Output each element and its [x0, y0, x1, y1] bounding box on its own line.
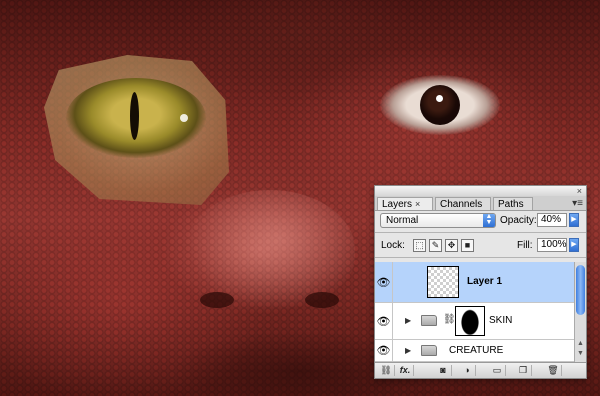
new-layer-icon[interactable]: ❐: [515, 365, 532, 376]
scroll-down-icon[interactable]: ▼: [577, 350, 584, 357]
scroll-up-icon[interactable]: ▲: [577, 340, 584, 347]
layer-name[interactable]: CREATURE: [449, 345, 503, 357]
group-folder-icon: [421, 345, 437, 356]
layer-row-creature[interactable]: 👁 ▶ CREATURE: [375, 340, 574, 362]
tab-paths-label: Paths: [498, 199, 524, 210]
new-group-folder-icon[interactable]: ▭: [489, 365, 506, 376]
fill-field[interactable]: 100%: [537, 238, 567, 252]
lock-position-move-icon[interactable]: ✥: [445, 239, 458, 252]
link-layers-icon[interactable]: ⛓: [378, 365, 395, 376]
group-folder-icon: [421, 315, 437, 326]
eye-glint: [180, 114, 188, 122]
tab-layers-label: Layers: [382, 199, 413, 210]
visibility-eye-icon[interactable]: 👁: [375, 340, 393, 361]
layer-name[interactable]: SKIN: [489, 315, 512, 327]
panel-tabs: Layers × Channels Paths ▾≡: [375, 196, 586, 211]
lock-all-icon[interactable]: ■: [461, 239, 474, 252]
blend-mode-value: Normal: [386, 215, 419, 226]
blend-stepper-icon: ▲ ▼: [483, 213, 495, 227]
iris: [420, 85, 460, 125]
layers-panel: × Layers × Channels Paths ▾≡ Normal ▲ ▼ Op…: [374, 185, 587, 379]
opacity-field[interactable]: 40%: [537, 213, 567, 227]
tab-close-icon[interactable]: ×: [415, 199, 420, 209]
disclosure-triangle-icon[interactable]: ▶: [405, 346, 411, 355]
layers-bottom-bar: ⛓ fx. ◙ ◑ ▭ ❐ 🗑: [375, 362, 586, 378]
layer-style-fx-button[interactable]: fx.: [397, 365, 414, 376]
add-mask-icon[interactable]: ◙: [435, 365, 452, 376]
lock-label: Lock:: [381, 240, 405, 251]
layer-mask-thumbnail[interactable]: [455, 306, 485, 336]
layer-list: 👁 Layer 1 👁 ▶ ⛓ SKIN 👁 ▶ CREATURE: [375, 262, 574, 362]
tab-channels[interactable]: Channels: [435, 197, 491, 210]
layer-name[interactable]: Layer 1: [467, 276, 502, 288]
delete-layer-trash-icon[interactable]: 🗑: [545, 365, 562, 376]
opacity-value: 40%: [541, 214, 562, 225]
scrollbar-thumb[interactable]: [576, 265, 585, 315]
mask-link-icon[interactable]: ⛓: [443, 314, 456, 325]
opacity-slider-button[interactable]: ▶: [569, 213, 579, 227]
opacity-label: Opacity:: [500, 215, 537, 226]
nostril-left: [200, 292, 234, 308]
tab-channels-label: Channels: [440, 199, 483, 210]
lock-transparency-icon[interactable]: ⬚: [413, 239, 426, 252]
divider: [375, 232, 586, 233]
panel-menu-icon[interactable]: ▾≡: [572, 197, 583, 210]
eye-glint-right: [436, 95, 443, 102]
layer-thumbnail: [427, 266, 459, 298]
layer-list-scrollbar[interactable]: ▲ ▼: [574, 262, 586, 362]
layer-row-skin[interactable]: 👁 ▶ ⛓ SKIN: [375, 303, 574, 340]
panel-close-icon[interactable]: ×: [577, 186, 582, 196]
fill-value: 100%: [541, 239, 567, 250]
disclosure-triangle-icon[interactable]: ▶: [405, 316, 411, 325]
slit-pupil: [130, 92, 139, 140]
lock-pixels-brush-icon[interactable]: ✎: [429, 239, 442, 252]
blend-mode-select[interactable]: Normal ▲ ▼: [380, 213, 496, 228]
human-eye: [380, 75, 500, 135]
visibility-eye-icon[interactable]: 👁: [375, 303, 393, 339]
tab-paths[interactable]: Paths: [493, 197, 533, 210]
fill-slider-button[interactable]: ▶: [569, 238, 579, 252]
nostril-right: [305, 292, 339, 308]
adjustment-layer-icon[interactable]: ◑: [459, 365, 476, 376]
fill-label: Fill:: [517, 240, 533, 251]
tab-layers[interactable]: Layers ×: [377, 197, 433, 210]
divider: [375, 257, 586, 258]
reptile-eye: [66, 78, 206, 158]
visibility-eye-icon[interactable]: 👁: [375, 262, 393, 302]
layer-row-layer-1[interactable]: 👁 Layer 1: [375, 262, 574, 303]
